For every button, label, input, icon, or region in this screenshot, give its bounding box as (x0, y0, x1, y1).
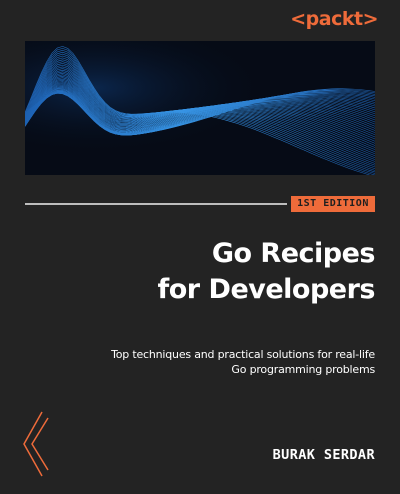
book-subtitle-line-1: Top techniques and practical solutions f… (111, 348, 375, 361)
cover-art (25, 41, 375, 175)
book-subtitle-line-2: Go programming problems (231, 363, 375, 376)
book-cover: <packt> 1ST EDITION Go Recipes for Devel… (0, 0, 400, 494)
book-title: Go Recipes for Developers (157, 236, 376, 308)
publisher-logo: <packt> (290, 8, 378, 30)
book-title-line-1: Go Recipes (211, 238, 376, 269)
edition-badge: 1ST EDITION (291, 196, 375, 212)
book-title-line-2: for Developers (157, 274, 376, 305)
wave-lines-graphic (25, 41, 375, 175)
chevron-lines-icon (23, 411, 49, 477)
book-subtitle: Top techniques and practical solutions f… (111, 347, 375, 377)
divider-line (25, 203, 287, 205)
author-name: BURAK SERDAR (272, 447, 375, 463)
